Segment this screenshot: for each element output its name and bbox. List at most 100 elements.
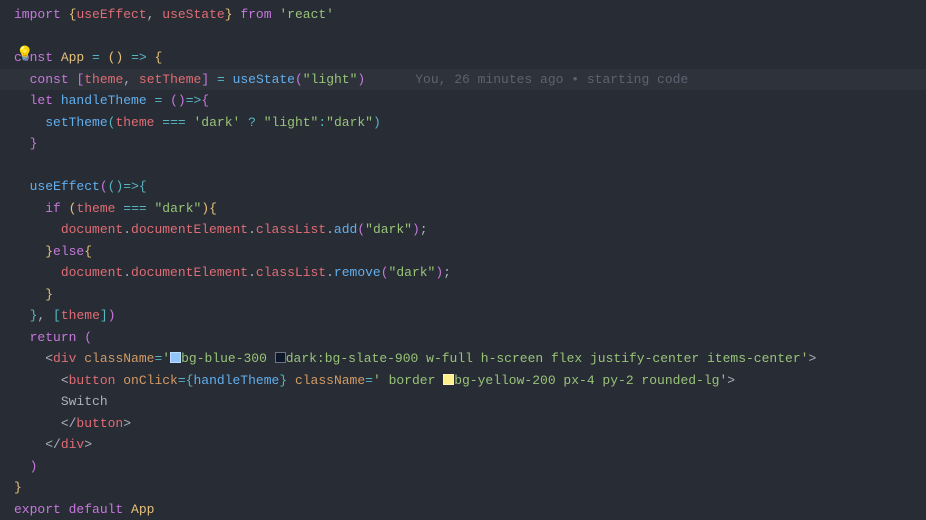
tag-close: > <box>808 351 816 366</box>
identifier: documentElement <box>131 265 248 280</box>
string: ' <box>162 351 170 366</box>
string: "dark" <box>365 222 412 237</box>
identifier: useState <box>162 7 224 22</box>
tag-name: div <box>61 437 84 452</box>
identifier: document <box>61 222 123 237</box>
paren: ) <box>115 50 123 65</box>
code-line: } <box>14 477 926 499</box>
function: setTheme <box>45 115 107 130</box>
brace: { <box>139 179 147 194</box>
code-line: }else{ <box>14 241 926 263</box>
string: "light" <box>264 115 319 130</box>
code-editor[interactable]: import {useEffect, useState} from 'react… <box>14 4 926 520</box>
dot: . <box>248 265 256 280</box>
arrow: => <box>123 179 139 194</box>
keyword: export <box>14 502 61 517</box>
tag-close: > <box>84 437 92 452</box>
identifier: theme <box>84 72 123 87</box>
operator: = <box>217 72 225 87</box>
code-line: document.documentElement.classList.remov… <box>14 262 926 284</box>
keyword: if <box>45 201 61 216</box>
lightbulb-icon[interactable]: 💡 <box>16 45 33 67</box>
string: "dark" <box>326 115 373 130</box>
operator: ? <box>248 115 256 130</box>
identifier: documentElement <box>131 222 248 237</box>
semicolon: ; <box>420 222 428 237</box>
tag-name: div <box>53 351 76 366</box>
paren: ( <box>381 265 389 280</box>
bracket: [ <box>53 308 61 323</box>
identifier: theme <box>61 308 100 323</box>
code-line <box>14 155 926 177</box>
code-line: </div> <box>14 434 926 456</box>
keyword: const <box>30 72 69 87</box>
attr: className <box>84 351 154 366</box>
code-line: useEffect(()=>{ <box>14 176 926 198</box>
brace: { <box>84 244 92 259</box>
function: useState <box>233 72 295 87</box>
brace: } <box>14 480 22 495</box>
identifier: setTheme <box>139 72 201 87</box>
dot: . <box>326 265 334 280</box>
brace: } <box>225 7 233 22</box>
text: Switch <box>61 394 108 409</box>
string: 'react' <box>279 7 334 22</box>
dot: . <box>248 222 256 237</box>
brace: { <box>209 201 217 216</box>
arrow: => <box>186 93 202 108</box>
tag-open: < <box>61 373 69 388</box>
paren: ) <box>373 115 381 130</box>
arrow: => <box>131 50 147 65</box>
string: bg-blue-300 <box>181 351 275 366</box>
dot: . <box>123 222 131 237</box>
code-line: </button> <box>14 413 926 435</box>
brace: { <box>155 50 163 65</box>
tag-open: </ <box>61 416 77 431</box>
string: "dark" <box>389 265 436 280</box>
comma: , <box>123 72 131 87</box>
keyword: return <box>30 330 77 345</box>
code-line: }, [theme]) <box>14 305 926 327</box>
string: 'dark' <box>194 115 241 130</box>
brace: } <box>279 373 287 388</box>
keyword: default <box>69 502 124 517</box>
code-line: import {useEffect, useState} from 'react… <box>14 4 926 26</box>
code-line: Switch <box>14 391 926 413</box>
operator: === <box>123 201 146 216</box>
string: px-4 py-2 rounded-lg <box>563 373 719 388</box>
string: bg-yellow-200 <box>454 373 563 388</box>
string: "light" <box>303 72 358 87</box>
string: w-full h-screen flex justify-center item… <box>426 351 800 366</box>
comma: , <box>147 7 155 22</box>
paren: ) <box>435 265 443 280</box>
function: useEffect <box>30 179 100 194</box>
identifier: classList <box>256 222 326 237</box>
code-line <box>14 26 926 48</box>
paren: ( <box>84 330 92 345</box>
tag-open: < <box>45 351 53 366</box>
tag-close: > <box>123 416 131 431</box>
identifier: theme <box>115 115 154 130</box>
function: remove <box>334 265 381 280</box>
string: border <box>381 373 443 388</box>
code-line: ) <box>14 456 926 478</box>
string: ' <box>373 373 381 388</box>
paren: ) <box>357 72 365 87</box>
keyword: import <box>14 7 61 22</box>
operator: = <box>92 50 100 65</box>
paren: ) <box>178 93 186 108</box>
tag-open: </ <box>45 437 61 452</box>
code-line: } <box>14 284 926 306</box>
identifier: theme <box>76 201 115 216</box>
paren: ) <box>201 201 209 216</box>
string: dark:bg-slate-900 <box>286 351 426 366</box>
brace: } <box>45 244 53 259</box>
dot: . <box>326 222 334 237</box>
bracket: ] <box>201 72 209 87</box>
dot: . <box>123 265 131 280</box>
identifier: useEffect <box>76 7 146 22</box>
code-line: setTheme(theme === 'dark' ? "light":"dar… <box>14 112 926 134</box>
attr: className <box>295 373 365 388</box>
paren: ) <box>30 459 38 474</box>
paren: ( <box>295 72 303 87</box>
